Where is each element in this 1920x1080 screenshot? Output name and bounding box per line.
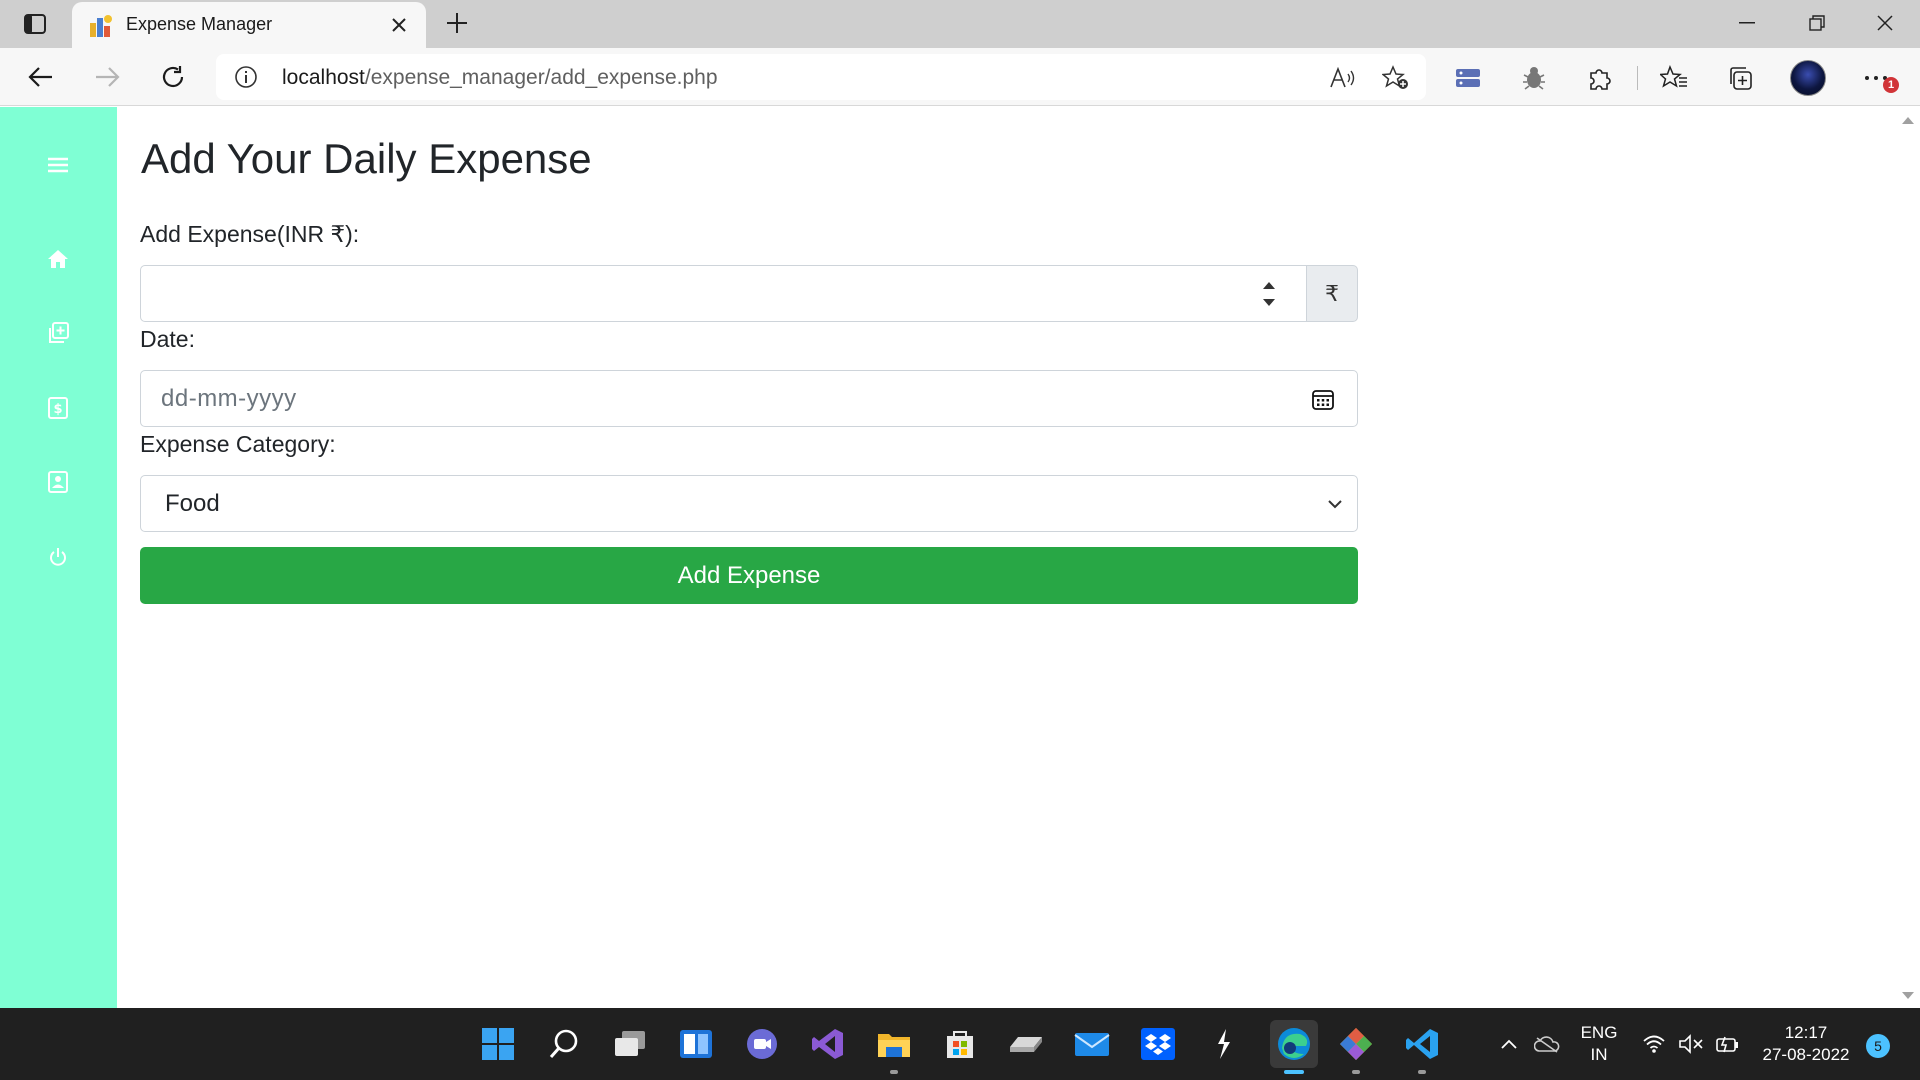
microsoft-store-icon[interactable]	[940, 1024, 980, 1064]
start-icon[interactable]	[478, 1024, 518, 1064]
close-window-icon[interactable]	[1862, 8, 1908, 38]
date-input[interactable]: dd-mm-yyyy	[140, 370, 1358, 427]
spin-up-icon[interactable]	[1263, 282, 1275, 289]
vscode-icon[interactable]	[1402, 1024, 1442, 1074]
site-info-icon[interactable]	[234, 65, 258, 89]
widgets-icon[interactable]	[676, 1024, 716, 1064]
logout-icon[interactable]	[44, 543, 72, 571]
volume-muted-icon[interactable]	[1678, 1008, 1704, 1080]
mail-icon[interactable]	[1072, 1024, 1112, 1064]
new-tab-icon[interactable]	[440, 6, 474, 40]
add-expense-button[interactable]: Add Expense	[140, 547, 1358, 604]
onedrive-icon[interactable]	[1534, 1008, 1560, 1080]
url-host: localhost	[282, 66, 365, 89]
drive-icon[interactable]	[1006, 1024, 1046, 1064]
forward-icon[interactable]	[88, 58, 126, 96]
clock-date: 27-08-2022	[1762, 1045, 1850, 1064]
browser-titlebar: Expense Manager	[0, 0, 1920, 48]
number-spinner[interactable]	[1258, 278, 1280, 310]
running-indicator	[1352, 1070, 1360, 1074]
restore-icon[interactable]	[1794, 8, 1840, 38]
notifications-badge[interactable]: 5	[1866, 1034, 1890, 1058]
page-title: Add Your Daily Expense	[141, 135, 592, 182]
teams-chat-icon[interactable]	[742, 1024, 782, 1064]
svg-text:$: $	[53, 402, 62, 417]
dropbox-icon[interactable]	[1138, 1024, 1178, 1064]
bug-extension-icon[interactable]	[1518, 62, 1550, 94]
toolbar-separator	[1637, 66, 1638, 90]
lang-top: ENG	[1580, 1023, 1618, 1042]
running-indicator	[890, 1070, 898, 1074]
expense-favicon-icon	[88, 13, 114, 39]
add-favorite-icon[interactable]	[1382, 64, 1410, 92]
manage-expense-icon[interactable]: $	[44, 394, 72, 422]
tab-actions-icon[interactable]	[22, 12, 48, 36]
task-view-icon[interactable]	[610, 1024, 650, 1064]
active-indicator	[1284, 1070, 1304, 1074]
browser-toolbar: localhost/expense_manager/add_expense.ph…	[0, 48, 1920, 106]
back-icon[interactable]	[22, 58, 60, 96]
sidebar: $	[0, 107, 117, 1008]
url-text: localhost/expense_manager/add_expense.ph…	[282, 66, 718, 90]
amount-label: Add Expense(INR ₹):	[140, 221, 360, 247]
add-expense-icon[interactable]	[44, 319, 72, 347]
server-extension-icon[interactable]	[1452, 62, 1484, 94]
edge-icon[interactable]	[1270, 1020, 1318, 1074]
file-explorer-icon[interactable]	[874, 1024, 914, 1074]
tray-overflow-icon[interactable]	[1500, 1008, 1518, 1080]
refresh-icon[interactable]	[154, 58, 192, 96]
clock-time: 12:17	[1784, 1023, 1828, 1042]
lang-bottom: IN	[1590, 1045, 1608, 1064]
favorites-icon[interactable]	[1658, 62, 1690, 94]
date-label: Date:	[140, 326, 195, 352]
git-icon[interactable]	[1336, 1024, 1376, 1074]
notification-badge: 1	[1883, 77, 1899, 93]
profile-avatar[interactable]	[1790, 60, 1826, 96]
scroll-down-icon[interactable]	[1902, 992, 1914, 999]
chevron-down-icon	[1327, 496, 1343, 512]
close-tab-icon[interactable]	[386, 12, 412, 38]
currency-addon: ₹	[1306, 265, 1358, 322]
category-select[interactable]: Food	[140, 475, 1358, 532]
amount-input[interactable]	[140, 265, 1307, 322]
date-placeholder: dd-mm-yyyy	[161, 385, 297, 412]
windows-taskbar	[0, 1008, 1920, 1080]
read-aloud-icon[interactable]	[1328, 64, 1356, 92]
address-bar[interactable]: localhost/expense_manager/add_expense.ph…	[216, 54, 1426, 100]
browser-tab[interactable]: Expense Manager	[72, 2, 426, 48]
url-path: /expense_manager/add_expense.php	[364, 66, 718, 89]
running-indicator	[1418, 1070, 1426, 1074]
search-icon[interactable]	[544, 1024, 584, 1064]
scroll-up-icon[interactable]	[1902, 117, 1914, 124]
visual-studio-icon[interactable]	[808, 1024, 848, 1064]
spin-down-icon[interactable]	[1263, 299, 1275, 306]
calendar-icon[interactable]	[1311, 387, 1335, 411]
tab-title: Expense Manager	[126, 14, 273, 34]
profile-icon[interactable]	[44, 468, 72, 496]
wifi-icon[interactable]	[1642, 1008, 1666, 1080]
clock[interactable]: 12:17 27-08-2022	[1756, 1008, 1856, 1080]
page-scrollbar[interactable]	[1896, 107, 1920, 1008]
extensions-icon[interactable]	[1584, 62, 1616, 94]
language-indicator[interactable]: ENG IN	[1576, 1008, 1622, 1080]
category-label: Expense Category:	[140, 431, 336, 457]
menu-icon[interactable]	[44, 151, 72, 179]
minimize-icon[interactable]	[1724, 8, 1770, 38]
home-icon[interactable]	[44, 245, 72, 273]
sublime-icon[interactable]	[1204, 1024, 1244, 1064]
collections-icon[interactable]	[1724, 62, 1756, 94]
category-selected-value: Food	[165, 490, 220, 517]
battery-icon[interactable]	[1714, 1008, 1740, 1080]
